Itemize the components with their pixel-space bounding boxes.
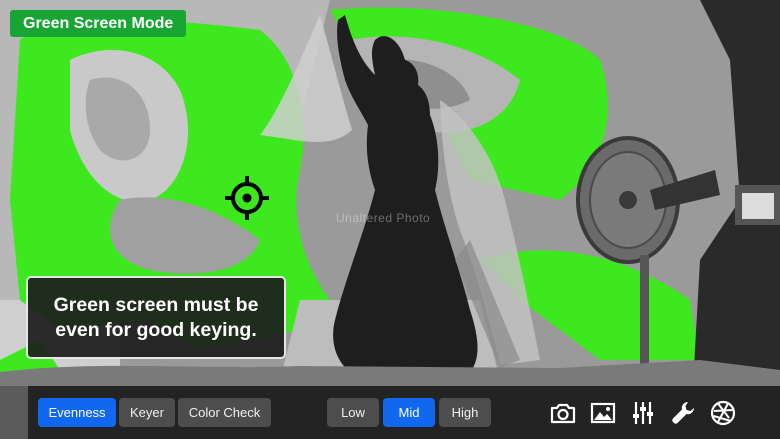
bottom-toolbar: Evenness Keyer Color Check Low Mid High [28,386,780,439]
image-icon[interactable] [589,399,617,427]
camera-icon[interactable] [549,399,577,427]
level-mid-button[interactable]: Mid [383,398,435,427]
sliders-icon[interactable] [629,399,657,427]
wrench-icon[interactable] [669,399,697,427]
color-check-button[interactable]: Color Check [178,398,271,427]
crosshair-target-icon[interactable] [224,175,270,221]
mode-title-badge: Green Screen Mode [10,10,187,37]
evenness-message-text: Green screen must be even for good keyin… [53,294,259,341]
watermark-text: Unaltered Photo [336,211,431,225]
level-high-button[interactable]: High [439,398,491,427]
level-low-button[interactable]: Low [327,398,379,427]
evenness-button[interactable]: Evenness [38,398,116,427]
evenness-message: Green screen must be even for good keyin… [26,276,286,359]
aperture-icon[interactable] [709,399,737,427]
keyer-button[interactable]: Keyer [119,398,175,427]
